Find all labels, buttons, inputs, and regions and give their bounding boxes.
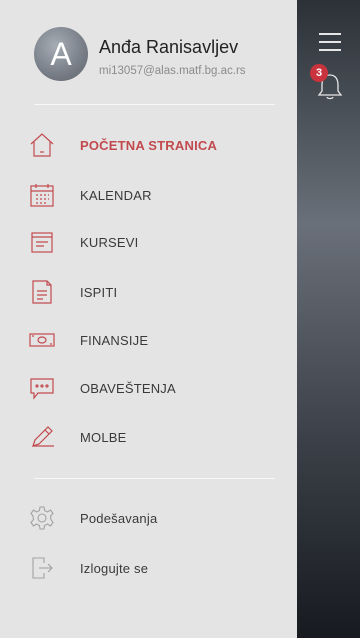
divider <box>34 104 275 105</box>
menu-item-label: Podešavanja <box>80 510 158 526</box>
user-name: Anđa Ranisavljev <box>99 37 239 57</box>
exams-icon <box>28 278 56 306</box>
menu-item-finansije[interactable]: FINANSIJE <box>28 320 283 360</box>
pen-icon <box>28 423 56 451</box>
menu-item-label: KURSEVI <box>80 234 139 250</box>
divider <box>34 478 275 479</box>
menu-item-label: ISPITI <box>80 284 118 300</box>
menu-item-obavestenja[interactable]: OBAVEŠTENJA <box>28 368 283 408</box>
notifications-icon <box>28 374 56 402</box>
user-email: mi13057@alas.matf.bg.ac.rs <box>99 65 246 77</box>
menu-item-kursevi[interactable]: KURSEVI <box>28 222 283 262</box>
menu-item-ispiti[interactable]: ISPITI <box>28 272 283 312</box>
calendar-icon <box>28 181 56 209</box>
menu-item-label: MOLBE <box>80 429 127 445</box>
menu-item-label: POČETNA STRANICA <box>80 137 218 153</box>
menu-item-molbe[interactable]: MOLBE <box>28 417 283 457</box>
menu-item-label: FINANSIJE <box>80 332 149 348</box>
hamburger-menu-icon[interactable] <box>319 33 343 53</box>
avatar[interactable]: A <box>34 27 88 81</box>
menu-item-label: OBAVEŠTENJA <box>80 380 176 396</box>
menu-item-label: KALENDAR <box>80 187 152 203</box>
money-icon <box>28 326 56 354</box>
logout-icon <box>28 554 56 582</box>
courses-icon <box>28 228 56 256</box>
gear-icon <box>28 504 56 532</box>
menu-item-pocetna-stranica[interactable]: POČETNA STRANICA <box>28 125 283 165</box>
home-icon <box>28 131 56 159</box>
menu-item-label: Izlogujte se <box>80 560 149 576</box>
menu-item-logout[interactable]: Izlogujte se <box>28 548 283 588</box>
navigation-drawer: A Anđa Ranisavljev mi13057@alas.matf.bg.… <box>0 0 297 638</box>
menu-item-podesavanja[interactable]: Podešavanja <box>28 498 283 538</box>
menu-item-kalendar[interactable]: KALENDAR <box>28 175 283 215</box>
notification-badge: 3 <box>310 64 328 82</box>
